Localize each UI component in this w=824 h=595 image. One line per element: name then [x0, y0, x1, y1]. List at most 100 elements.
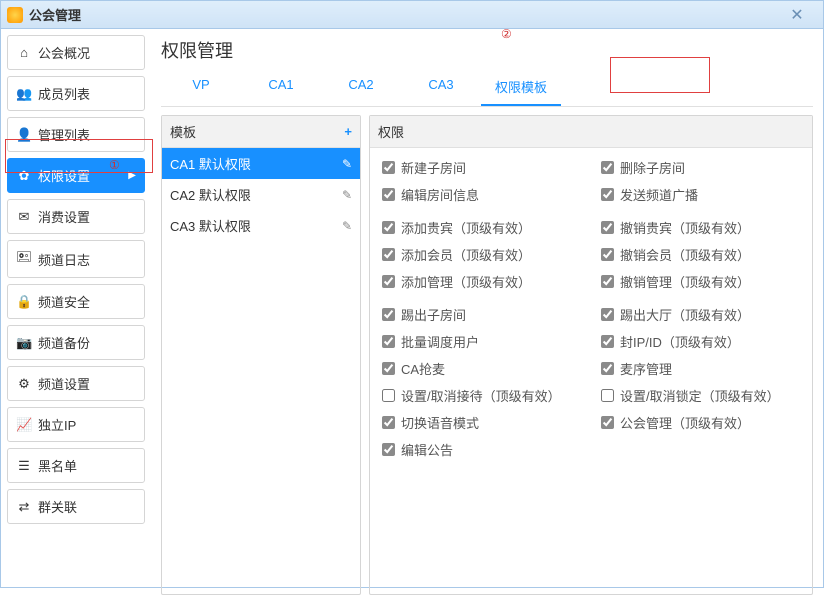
sidebar-icon: ☰ — [16, 458, 32, 474]
permission-item[interactable]: 发送频道广播 — [601, 185, 800, 204]
sidebar-item-label: 群关联 — [38, 497, 77, 516]
permission-checkbox[interactable] — [601, 275, 614, 288]
permission-item[interactable]: 编辑公告 — [382, 440, 581, 459]
edit-icon[interactable]: ✎ — [342, 157, 352, 171]
permission-checkbox[interactable] — [601, 389, 614, 402]
sidebar-icon: ⇄ — [16, 499, 32, 515]
sidebar-icon: ✉ — [16, 209, 32, 225]
permission-checkbox[interactable] — [382, 335, 395, 348]
permission-checkbox[interactable] — [601, 161, 614, 174]
permission-checkbox[interactable] — [382, 443, 395, 456]
permission-header-label: 权限 — [378, 122, 404, 141]
sidebar-item-label: 独立IP — [38, 415, 76, 434]
template-row[interactable]: CA1 默认权限✎ — [162, 148, 360, 179]
permission-checkbox[interactable] — [601, 416, 614, 429]
permission-item[interactable]: 撤销贵宾（顶级有效） — [601, 218, 800, 237]
permission-checkbox[interactable] — [382, 308, 395, 321]
permission-checkbox[interactable] — [382, 275, 395, 288]
permission-item[interactable]: 删除子房间 — [601, 158, 800, 177]
annotation-1: ① — [109, 158, 120, 172]
permission-item[interactable]: 新建子房间 — [382, 158, 581, 177]
permission-item[interactable]: 踢出大厅（顶级有效） — [601, 305, 800, 324]
tab-CA3[interactable]: CA3 — [401, 69, 481, 106]
template-label: CA3 默认权限 — [170, 216, 251, 235]
sidebar-icon: ⌂ — [16, 45, 32, 60]
sidebar-item-9[interactable]: 📈 独立IP — [7, 407, 145, 442]
edit-icon[interactable]: ✎ — [342, 219, 352, 233]
permission-item[interactable]: 添加贵宾（顶级有效） — [382, 218, 581, 237]
sidebar-icon: 🖭 — [16, 248, 32, 270]
permission-checkbox[interactable] — [382, 188, 395, 201]
sidebar-item-6[interactable]: 🔒频道安全 — [7, 284, 145, 319]
permission-label: 添加管理（顶级有效） — [401, 272, 531, 291]
sidebar-item-label: 频道备份 — [38, 333, 90, 352]
tab-权限模板[interactable]: 权限模板 — [481, 69, 561, 106]
permission-checkbox[interactable] — [601, 335, 614, 348]
permission-item[interactable]: 踢出子房间 — [382, 305, 581, 324]
sidebar-item-11[interactable]: ⇄ 群关联 — [7, 489, 145, 524]
permission-checkbox[interactable] — [382, 221, 395, 234]
tab-CA2[interactable]: CA2 — [321, 69, 401, 106]
permission-label: 撤销管理（顶级有效） — [620, 272, 750, 291]
permission-item[interactable]: 添加会员（顶级有效） — [382, 245, 581, 264]
add-template-icon[interactable]: + — [344, 124, 352, 139]
permission-label: 新建子房间 — [401, 158, 466, 177]
permission-checkbox[interactable] — [601, 188, 614, 201]
permission-item[interactable]: CA抢麦 — [382, 359, 581, 378]
permission-label: 麦序管理 — [620, 359, 672, 378]
sidebar-item-10[interactable]: ☰ 黑名单 — [7, 448, 145, 483]
window-title: 公会管理 — [29, 5, 81, 24]
permission-item[interactable]: 切换语音模式 — [382, 413, 581, 432]
permission-checkbox[interactable] — [382, 362, 395, 375]
sidebar-item-0[interactable]: ⌂公会概况 — [7, 35, 145, 70]
permission-checkbox[interactable] — [601, 308, 614, 321]
permission-header: 权限 — [370, 116, 812, 148]
permission-item[interactable]: 编辑房间信息 — [382, 185, 581, 204]
permission-checkbox[interactable] — [601, 362, 614, 375]
permission-label: 设置/取消锁定（顶级有效） — [620, 386, 780, 405]
permission-label: 公会管理（顶级有效） — [620, 413, 750, 432]
template-label: CA2 默认权限 — [170, 185, 251, 204]
permission-checkbox[interactable] — [601, 248, 614, 261]
permission-checkbox[interactable] — [382, 389, 395, 402]
permission-panel: 权限 新建子房间 删除子房间编辑房间信息 发送频道广播添加贵宾（顶级有效） 撤销贵宾（… — [369, 115, 813, 595]
sidebar-item-1[interactable]: 👥成员列表 — [7, 76, 145, 111]
sidebar-item-7[interactable]: 📷频道备份 — [7, 325, 145, 360]
template-row[interactable]: CA3 默认权限 ✎ — [162, 210, 360, 241]
sidebar-item-5[interactable]: 🖭频道日志 — [7, 240, 145, 278]
permission-label: 踢出子房间 — [401, 305, 466, 324]
sidebar-icon: 📈 — [16, 417, 32, 433]
permission-item[interactable]: 批量调度用户 — [382, 332, 581, 351]
permission-item[interactable]: 麦序管理 — [601, 359, 800, 378]
sidebar-item-4[interactable]: ✉消费设置 — [7, 199, 145, 234]
permission-item[interactable]: 撤销会员（顶级有效） — [601, 245, 800, 264]
permission-item[interactable]: 封IP/ID（顶级有效） — [601, 332, 800, 351]
permission-checkbox[interactable] — [382, 161, 395, 174]
sidebar-item-3[interactable]: ✿权限设置▶ — [7, 158, 145, 193]
permission-label: 封IP/ID（顶级有效） — [620, 332, 740, 351]
sidebar-item-8[interactable]: ⚙频道设置 — [7, 366, 145, 401]
permission-label: 编辑公告 — [401, 440, 453, 459]
tabs: VPCA1CA2CA3权限模板 — [161, 69, 813, 107]
permission-item[interactable]: 公会管理（顶级有效） — [601, 413, 800, 432]
permission-item[interactable]: 设置/取消锁定（顶级有效） — [601, 386, 800, 405]
tab-VP[interactable]: VP — [161, 69, 241, 106]
permission-checkbox[interactable] — [382, 248, 395, 261]
permission-item[interactable]: 添加管理（顶级有效） — [382, 272, 581, 291]
sidebar-item-label: 黑名单 — [38, 456, 77, 475]
sidebar-icon: 🔒 — [16, 294, 32, 310]
tab-CA1[interactable]: CA1 — [241, 69, 321, 106]
edit-icon[interactable]: ✎ — [342, 188, 352, 202]
permission-label: CA抢麦 — [401, 359, 445, 378]
permission-checkbox[interactable] — [382, 416, 395, 429]
permission-item[interactable]: 撤销管理（顶级有效） — [601, 272, 800, 291]
permission-label: 批量调度用户 — [401, 332, 479, 351]
permission-item[interactable]: 设置/取消接待（顶级有效） — [382, 386, 581, 405]
sidebar-icon: ✿ — [16, 168, 32, 184]
template-row[interactable]: CA2 默认权限 ✎ — [162, 179, 360, 210]
permission-label: 添加会员（顶级有效） — [401, 245, 531, 264]
template-header: 模板 + — [162, 116, 360, 148]
close-icon[interactable]: ✕ — [777, 5, 817, 25]
permission-checkbox[interactable] — [601, 221, 614, 234]
sidebar-item-2[interactable]: 👤管理列表 — [7, 117, 145, 152]
